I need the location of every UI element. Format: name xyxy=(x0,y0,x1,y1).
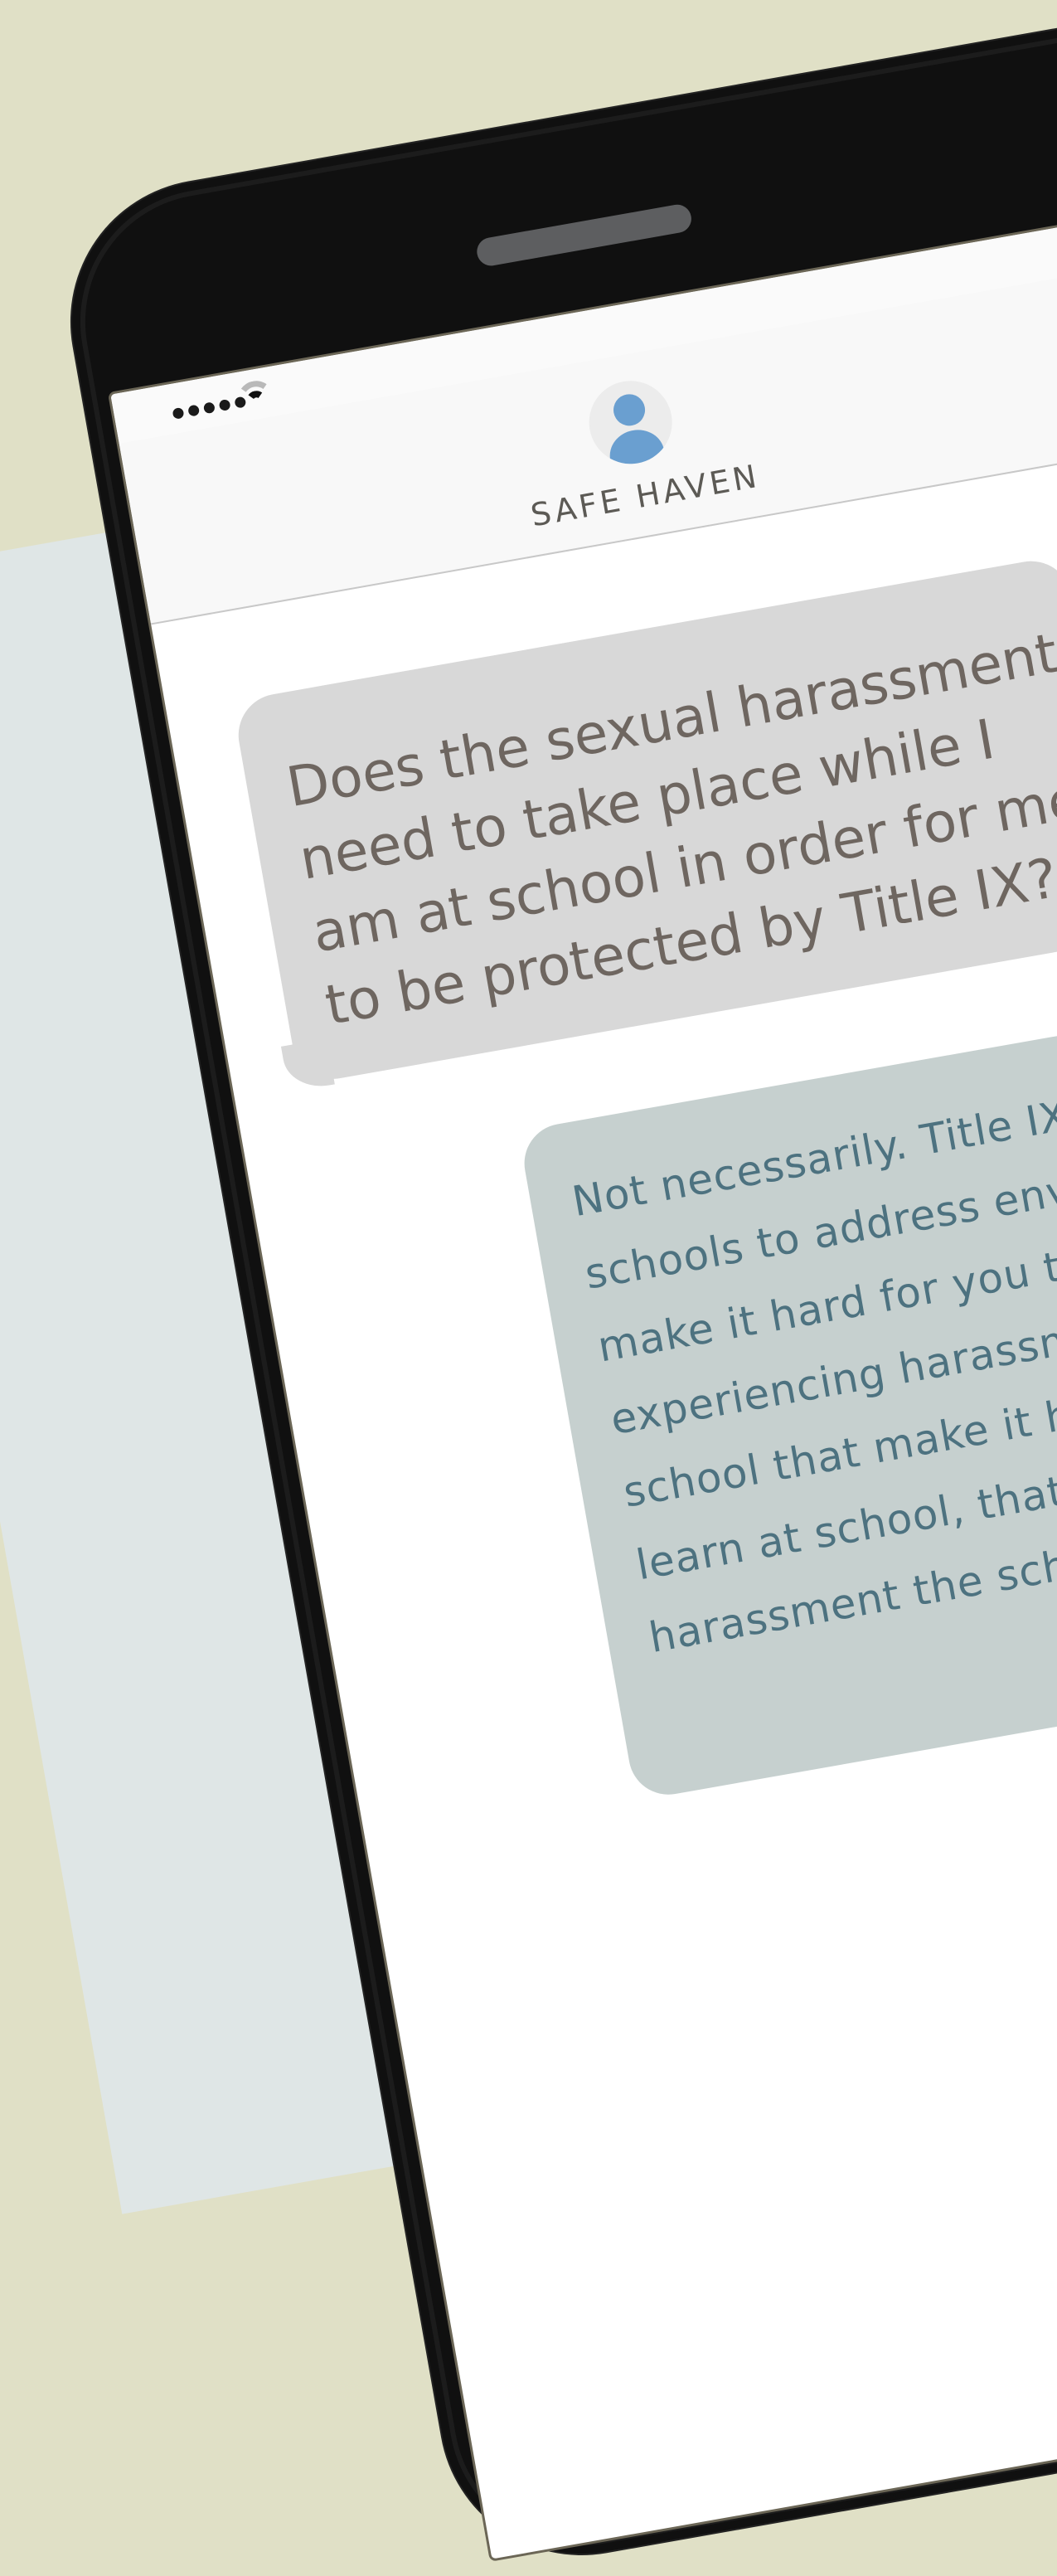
incoming-message-text: Does the sexual harassment need to take … xyxy=(282,620,1057,1038)
bubble-tail xyxy=(280,1038,335,1093)
person-icon[interactable] xyxy=(582,374,679,471)
signal-dots-icon xyxy=(172,396,247,420)
outgoing-message-bubble[interactable]: Not necessarily. Title IX requires schoo… xyxy=(517,975,1057,1801)
outgoing-message-text: Not necessarily. Title IX requires schoo… xyxy=(568,1058,1057,1663)
incoming-message-bubble[interactable]: Does the sexual harassment need to take … xyxy=(231,554,1057,1093)
earpiece-speaker xyxy=(474,202,694,269)
